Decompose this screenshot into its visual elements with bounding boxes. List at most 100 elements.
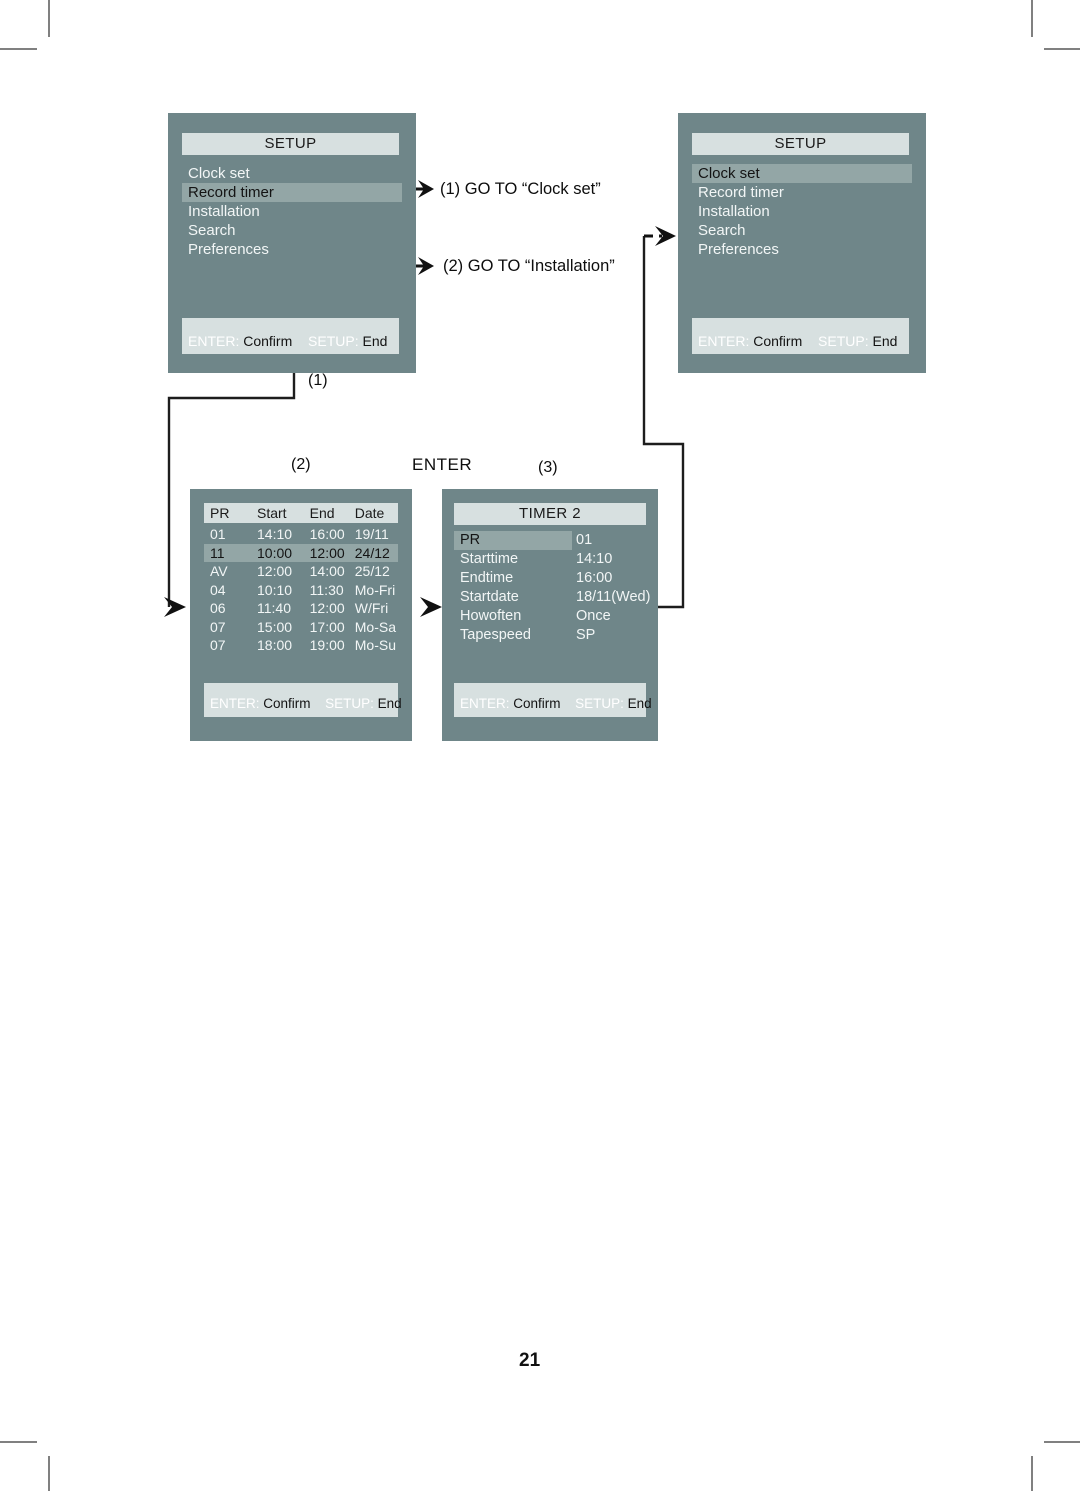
- setup-left-item-search[interactable]: Search: [182, 221, 402, 240]
- enter-label: ENTER: [412, 455, 473, 474]
- setup-panel-right: SETUP Clock set Record timer Installatio…: [678, 113, 926, 373]
- setup-left-item-record-timer[interactable]: Record timer: [182, 183, 402, 202]
- cell-start: 11:40: [257, 600, 291, 616]
- timer-list-body: 01 14:10 16:00 19/11 11 10:00 12:00 24/1…: [204, 525, 398, 655]
- cell-start: 10:00: [257, 544, 293, 561]
- timer-list-setup-action: End: [377, 696, 402, 711]
- setup-left-enter-key: ENTER:: [188, 333, 240, 349]
- timer-detail-field-endtime-value: 16:00: [576, 570, 613, 586]
- timer-detail-field-starttime[interactable]: Starttime 14:10: [454, 550, 646, 569]
- setup-right-item-search-label: Search: [698, 222, 746, 239]
- cell-end: 19:00: [309, 637, 345, 653]
- cell-date: W/Fri: [354, 600, 389, 616]
- timer-detail-field-startdate-label: Startdate: [460, 589, 519, 605]
- setup-panel-left: SETUP Clock set Record timer Installatio…: [168, 113, 416, 373]
- timer-list-col-start: Start: [257, 505, 287, 521]
- table-row[interactable]: 04 10:10 11:30 Mo-Fri: [204, 581, 398, 600]
- setup-left-item-installation[interactable]: Installation: [182, 202, 402, 221]
- cell-start: 12:00: [257, 563, 293, 579]
- timer-detail-field-pr-value: 01: [576, 532, 593, 548]
- timer-detail-field-endtime[interactable]: Endtime 16:00: [454, 569, 646, 588]
- cell-end: 16:00: [309, 526, 345, 542]
- timer-detail-field-startdate-value: 18/11(Wed): [576, 589, 651, 605]
- timer-detail-fields: PR 01 Starttime 14:10 Endtime 16:00 Star…: [454, 531, 650, 645]
- cell-date: 25/12: [354, 563, 390, 579]
- timer-detail-field-starttime-label: Starttime: [460, 551, 519, 567]
- table-row[interactable]: 07 15:00 17:00 Mo-Sa: [204, 618, 398, 637]
- setup-right-title: SETUP: [692, 133, 909, 155]
- setup-right-item-record-timer[interactable]: Record timer: [692, 183, 912, 202]
- timer-detail-field-howoften-value: Once: [576, 608, 611, 624]
- timer-list-col-pr: PR: [210, 505, 230, 521]
- setup-right-item-installation-label: Installation: [698, 203, 770, 220]
- cell-date: 24/12: [354, 544, 390, 561]
- timer-list-setup-key: SETUP:: [325, 696, 374, 711]
- setup-right-item-clock-set[interactable]: Clock set: [692, 164, 912, 183]
- timer-detail-enter-key: ENTER:: [460, 696, 510, 711]
- setup-right-enter-key: ENTER:: [698, 333, 750, 349]
- timer-detail-field-startdate[interactable]: Startdate 18/11(Wed): [454, 588, 650, 607]
- table-row[interactable]: 11 10:00 12:00 24/12: [204, 543, 398, 562]
- cell-date: Mo-Su: [354, 637, 396, 653]
- timer-detail-field-howoften-label: Howoften: [460, 608, 522, 624]
- table-row[interactable]: 06 11:40 12:00 W/Fri: [204, 599, 398, 618]
- setup-right-item-search[interactable]: Search: [692, 221, 912, 240]
- timer-list-footer: ENTER: Confirm SETUP: End: [204, 683, 402, 717]
- setup-left-menu: Clock set Record timer Installation Sear…: [168, 164, 416, 259]
- step-marker-3: (3): [538, 459, 558, 476]
- cell-end: 14:00: [309, 563, 345, 579]
- timer-detail-enter-action: Confirm: [513, 696, 561, 711]
- timer-detail-footer: ENTER: Confirm SETUP: End: [454, 683, 652, 717]
- timer-list-col-end: End: [309, 505, 335, 521]
- cell-start: 14:10: [257, 526, 293, 542]
- table-row[interactable]: AV 12:00 14:00 25/12: [204, 562, 398, 581]
- cell-start: 18:00: [257, 637, 293, 653]
- table-row[interactable]: 01 14:10 16:00 19/11: [204, 525, 398, 544]
- timer-detail-field-pr-label: PR: [454, 531, 572, 550]
- crop-mark-bottom-right-vertical: [1031, 1456, 1033, 1491]
- setup-right-setup-key: SETUP:: [818, 333, 869, 349]
- crop-mark-top-right-horizontal: [1044, 48, 1080, 50]
- callout-go-to-installation: (2) GO TO “Installation”: [443, 257, 615, 275]
- setup-left-item-clock-set-label: Clock set: [188, 165, 250, 182]
- timer-detail-field-pr[interactable]: PR 01: [454, 531, 646, 550]
- setup-left-item-search-label: Search: [188, 222, 236, 239]
- cell-pr: 07: [210, 618, 226, 635]
- arrow-head-setup-right: [655, 226, 676, 246]
- cell-start: 15:00: [257, 618, 293, 635]
- timer-detail-field-tapespeed[interactable]: Tapespeed SP: [454, 626, 646, 645]
- setup-left-item-preferences[interactable]: Preferences: [182, 240, 402, 259]
- setup-left-item-preferences-label: Preferences: [188, 241, 269, 258]
- callout-go-to-clock-set: (1) GO TO “Clock set”: [440, 180, 601, 198]
- timer-detail-field-starttime-value: 14:10: [576, 551, 613, 567]
- cell-pr: 06: [210, 600, 226, 616]
- crop-mark-top-left-vertical: [48, 0, 50, 37]
- cell-date: 19/11: [354, 526, 389, 542]
- cell-end: 12:00: [309, 600, 345, 616]
- timer-list-enter-action: Confirm: [263, 696, 311, 711]
- setup-right-item-preferences[interactable]: Preferences: [692, 240, 912, 259]
- timer-list-header-row: PR Start End Date: [204, 503, 398, 523]
- crop-mark-bottom-right-horizontal: [1044, 1441, 1080, 1443]
- timer-list-panel: PR Start End Date 01 14:10 16:00 19/11 1…: [190, 489, 412, 741]
- arrow-head-timer-list: [164, 597, 186, 617]
- cell-date: Mo-Sa: [354, 618, 396, 635]
- crop-mark-top-left-horizontal: [0, 48, 37, 50]
- setup-left-item-clock-set[interactable]: Clock set: [182, 164, 402, 183]
- arrow-head-installation: [418, 257, 434, 275]
- timer-detail-title: TIMER 2: [454, 503, 646, 525]
- setup-right-item-record-timer-label: Record timer: [698, 184, 784, 201]
- timer-detail-field-howoften[interactable]: Howoften Once: [454, 607, 646, 626]
- setup-right-enter-action: Confirm: [753, 333, 803, 349]
- table-row[interactable]: 07 18:00 19:00 Mo-Su: [204, 636, 398, 655]
- timer-detail-panel: TIMER 2 PR 01 Starttime 14:10 Endtime 16…: [442, 489, 658, 741]
- setup-right-item-installation[interactable]: Installation: [692, 202, 912, 221]
- timer-detail-field-tapespeed-value: SP: [576, 627, 596, 643]
- cell-pr: 04: [210, 581, 226, 598]
- cell-pr: 11: [210, 544, 225, 561]
- setup-left-setup-action: End: [362, 333, 388, 349]
- crop-mark-top-right-vertical: [1031, 0, 1033, 37]
- setup-right-item-clock-set-label: Clock set: [698, 165, 760, 182]
- step-marker-2: (2): [291, 456, 311, 473]
- setup-right-footer: ENTER: Confirm SETUP: End: [692, 318, 909, 354]
